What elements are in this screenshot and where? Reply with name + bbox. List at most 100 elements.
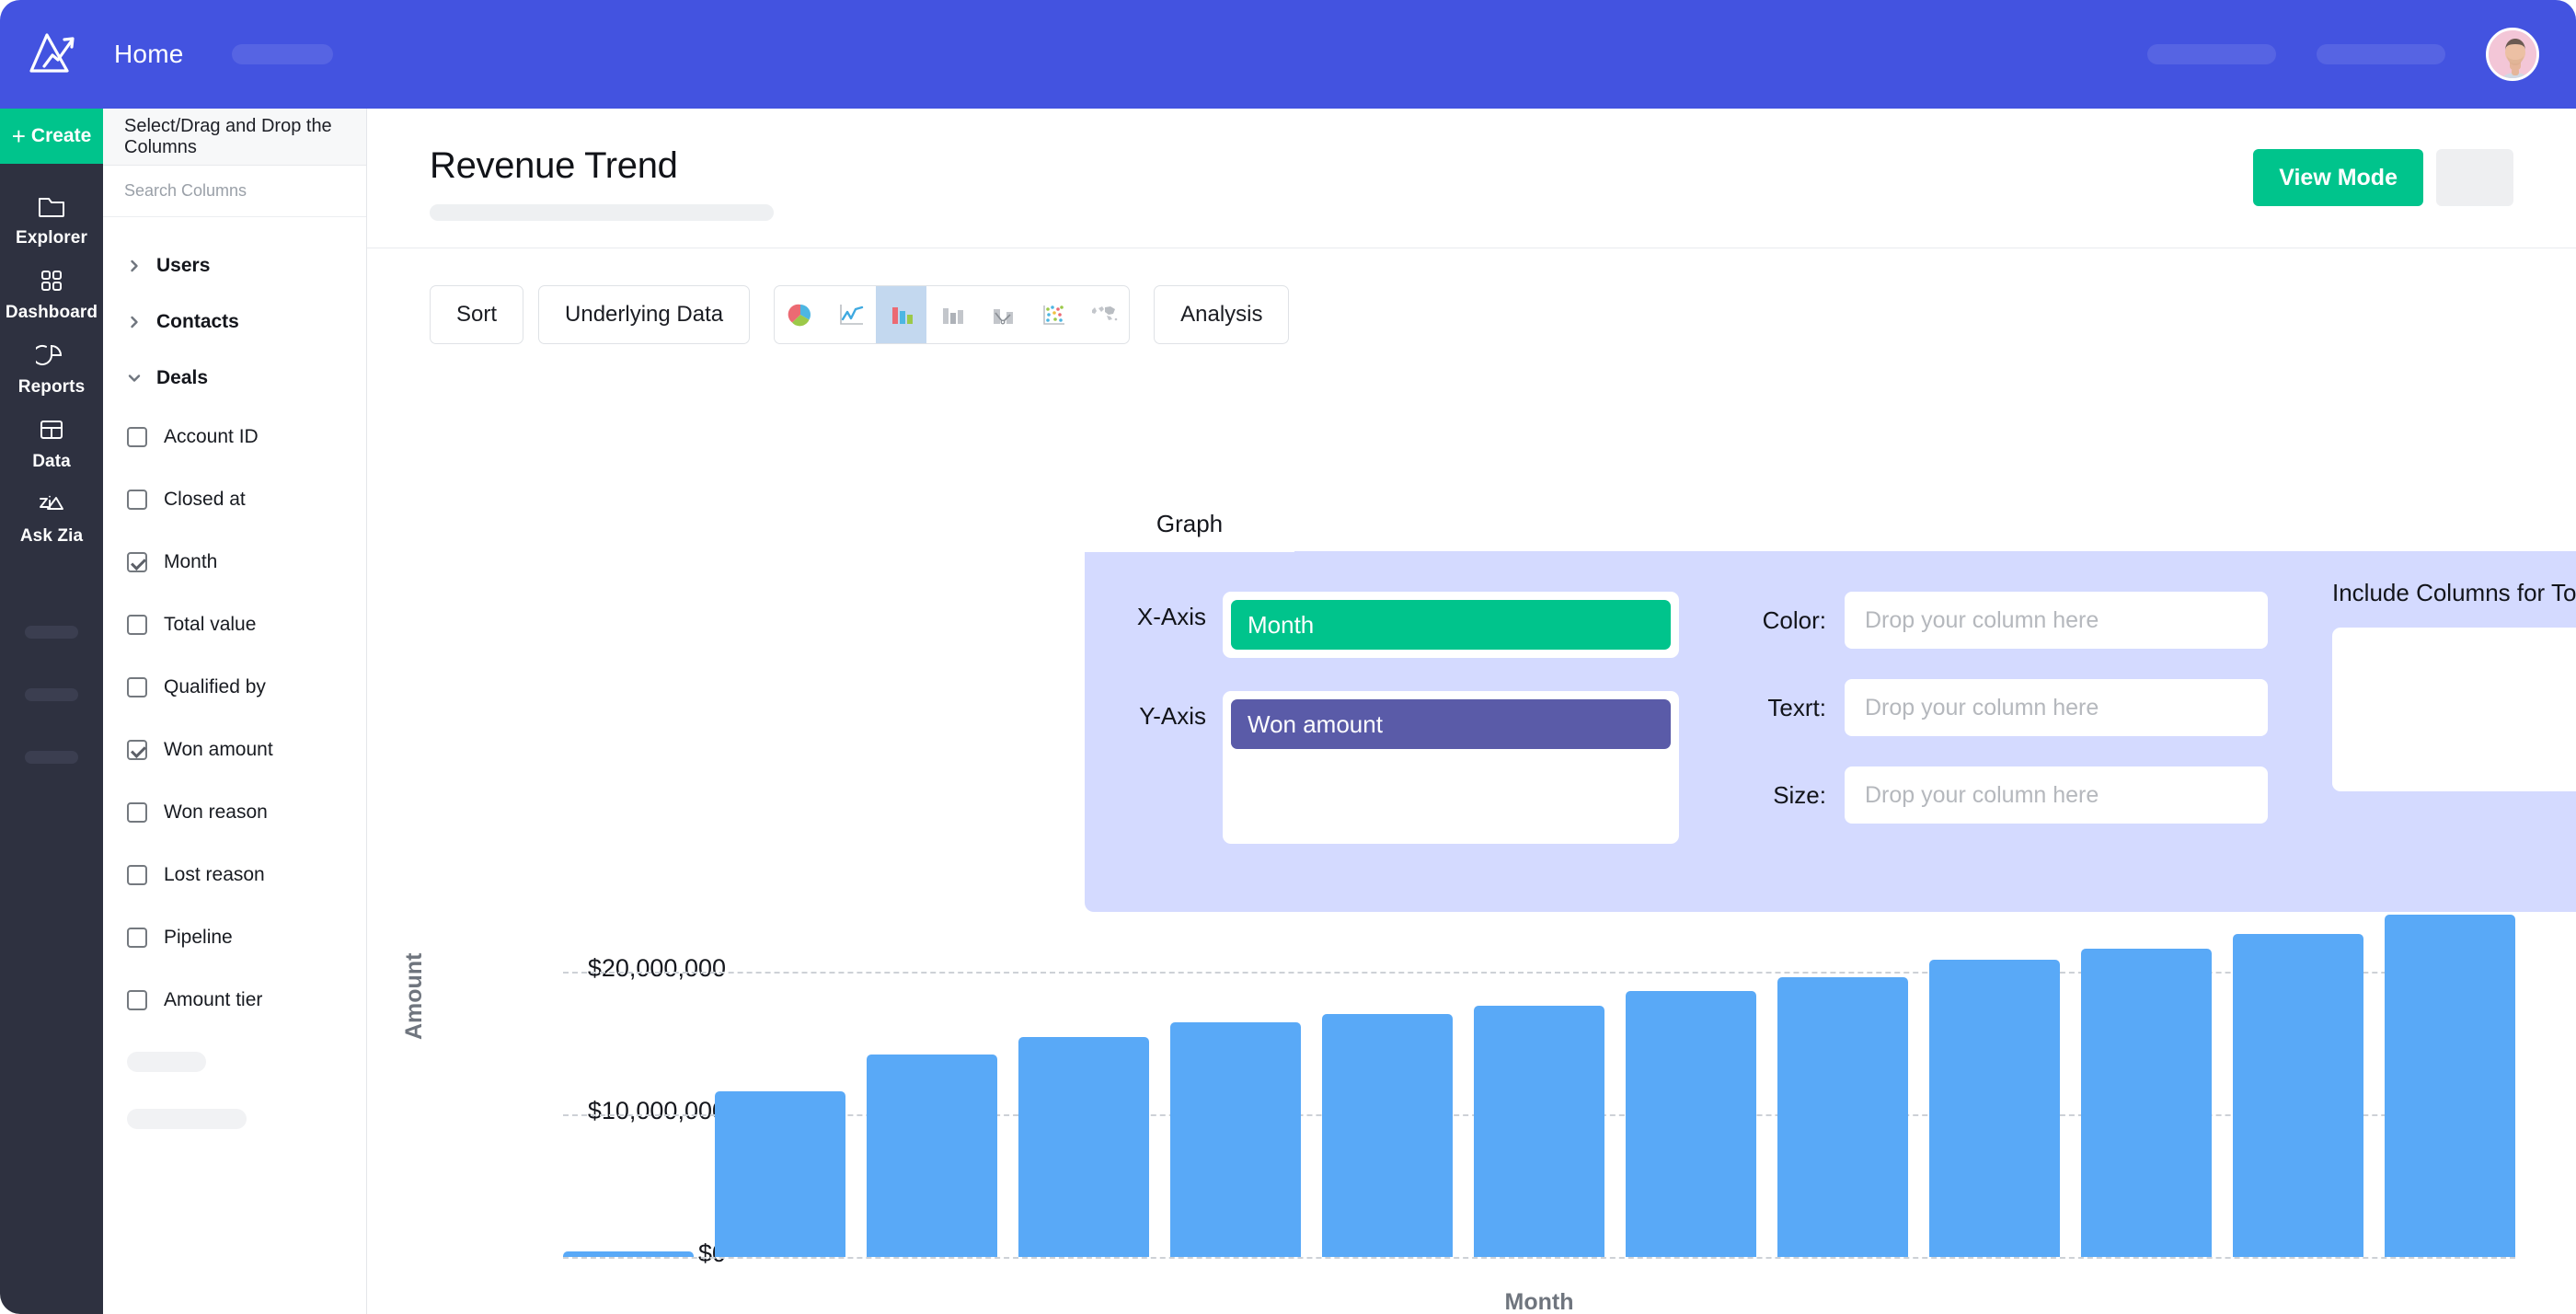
encoding-column: Color: Drop your column here Texrt: Drop… [1738, 592, 2268, 854]
top-navigation-bar: Home [0, 0, 2576, 109]
checkbox[interactable] [127, 552, 147, 572]
plus-icon: + [12, 124, 26, 148]
tooltip-dropzone[interactable] [2332, 628, 2576, 791]
bar[interactable] [1170, 1022, 1301, 1257]
analytics-mountain-logo-icon [26, 29, 83, 79]
checkbox[interactable] [127, 928, 147, 948]
x-axis-dropzone[interactable]: Month [1223, 592, 1679, 658]
sidebar-item-explorer[interactable]: Explorer [0, 184, 103, 256]
nav-placeholder-2[interactable] [2147, 44, 2276, 64]
analysis-button[interactable]: Analysis [1154, 285, 1289, 344]
chart-plot-area: Month [563, 900, 2515, 1314]
checkbox[interactable] [127, 740, 147, 760]
sidebar-item-data-label: Data [32, 452, 71, 472]
column-field-pipeline[interactable]: Pipeline [103, 906, 366, 969]
chart-toolbar: Sort Underlying Data [430, 285, 1289, 344]
chart-type-line[interactable] [825, 286, 876, 343]
bar[interactable] [1777, 977, 1908, 1257]
sidebar-item-reports[interactable]: Reports [0, 333, 103, 405]
column-field-month[interactable]: Month [103, 531, 366, 594]
column-field-label: Lost reason [164, 864, 265, 886]
header-secondary-button[interactable] [2436, 149, 2513, 206]
bar[interactable] [1626, 991, 1756, 1257]
bar[interactable] [2233, 934, 2363, 1257]
checkbox[interactable] [127, 615, 147, 635]
tab-graph[interactable]: Graph [1085, 495, 1294, 552]
columns-group-contacts[interactable]: Contacts [103, 294, 366, 350]
columns-placeholder-1 [127, 1052, 206, 1072]
columns-group-users[interactable]: Users [103, 237, 366, 294]
chart-type-pie[interactable] [775, 286, 825, 343]
x-axis-chip[interactable]: Month [1231, 600, 1671, 650]
checkbox[interactable] [127, 865, 147, 885]
bar[interactable] [2081, 949, 2212, 1257]
column-field-total-value[interactable]: Total value [103, 594, 366, 656]
column-field-label: Month [164, 551, 217, 573]
folder-icon [36, 192, 67, 220]
column-field-won-amount[interactable]: Won amount [103, 719, 366, 781]
size-label: Size: [1738, 781, 1845, 810]
column-field-label: Won amount [164, 739, 273, 761]
bar[interactable] [867, 1055, 997, 1257]
map-chart-icon [1088, 301, 1120, 328]
bar[interactable] [1929, 960, 2060, 1257]
checkbox[interactable] [127, 490, 147, 510]
left-navigation-rail: + Create Explorer Dashboard [0, 109, 103, 1314]
column-field-label: Total value [164, 614, 256, 636]
header-actions: View Mode [2253, 149, 2513, 206]
columns-panel: Select/Drag and Drop the Columns Users C… [103, 109, 367, 1314]
x-axis-row: X-Axis Month [1085, 592, 1679, 658]
bar[interactable] [2385, 915, 2515, 1257]
column-field-account-id[interactable]: Account ID [103, 406, 366, 468]
y-axis-label: Y-Axis [1085, 691, 1223, 741]
chart-type-map[interactable] [1078, 286, 1129, 343]
checkbox[interactable] [127, 677, 147, 697]
checkbox[interactable] [127, 802, 147, 823]
nav-placeholder-3[interactable] [2317, 44, 2445, 64]
chart-type-scatter[interactable] [1028, 286, 1078, 343]
chart-type-bar[interactable] [876, 286, 926, 343]
bar[interactable] [1474, 1006, 1604, 1257]
text-dropzone[interactable]: Drop your column here [1845, 679, 2268, 736]
bar[interactable] [715, 1091, 845, 1257]
app-logo[interactable] [0, 29, 109, 79]
column-field-qualified-by[interactable]: Qualified by [103, 656, 366, 719]
checkbox[interactable] [127, 427, 147, 447]
sidebar-item-dashboard[interactable]: Dashboard [0, 259, 103, 330]
columns-group-deals-label: Deals [156, 367, 208, 389]
column-field-lost-reason[interactable]: Lost reason [103, 844, 366, 906]
y-axis-chip[interactable]: Won amount [1231, 699, 1671, 749]
y-axis-dropzone[interactable]: Won amount [1223, 691, 1679, 844]
line-chart-icon [835, 301, 867, 328]
bar[interactable] [563, 1251, 694, 1257]
column-field-label: Closed at [164, 489, 246, 511]
color-label: Color: [1738, 606, 1845, 635]
rail-placeholder-2 [25, 688, 78, 701]
scatter-chart-icon [1038, 301, 1069, 328]
main-content: Revenue Trend View Mode Sort Underlying … [367, 109, 2576, 1314]
bar[interactable] [1018, 1037, 1149, 1257]
sort-button[interactable]: Sort [430, 285, 523, 344]
column-field-won-reason[interactable]: Won reason [103, 781, 366, 844]
column-field-closed-at[interactable]: Closed at [103, 468, 366, 531]
chart-type-combo[interactable] [977, 286, 1028, 343]
bar[interactable] [1322, 1014, 1453, 1257]
size-dropzone[interactable]: Drop your column here [1845, 766, 2268, 824]
underlying-data-button[interactable]: Underlying Data [538, 285, 750, 344]
create-button[interactable]: + Create [0, 109, 103, 164]
sidebar-item-ask-zia[interactable]: Ask Zia [0, 482, 103, 554]
view-mode-button[interactable]: View Mode [2253, 149, 2423, 206]
subtitle-placeholder [430, 204, 774, 221]
search-input[interactable] [124, 181, 336, 201]
columns-tree: Users Contacts Deals Account ID C [103, 217, 366, 1129]
sidebar-item-data[interactable]: Data [0, 408, 103, 479]
columns-group-deals[interactable]: Deals [103, 350, 366, 406]
avatar[interactable] [2486, 28, 2539, 81]
color-dropzone[interactable]: Drop your column here [1845, 592, 2268, 649]
checkbox[interactable] [127, 990, 147, 1010]
column-field-amount-tier[interactable]: Amount tier [103, 969, 366, 1032]
chart-x-axis-title: Month [563, 1289, 2515, 1314]
chart-type-stacked-bar[interactable] [926, 286, 977, 343]
nav-home-link[interactable]: Home [114, 40, 184, 69]
tooltip-label: Include Columns for Tooltip: [2332, 579, 2576, 607]
